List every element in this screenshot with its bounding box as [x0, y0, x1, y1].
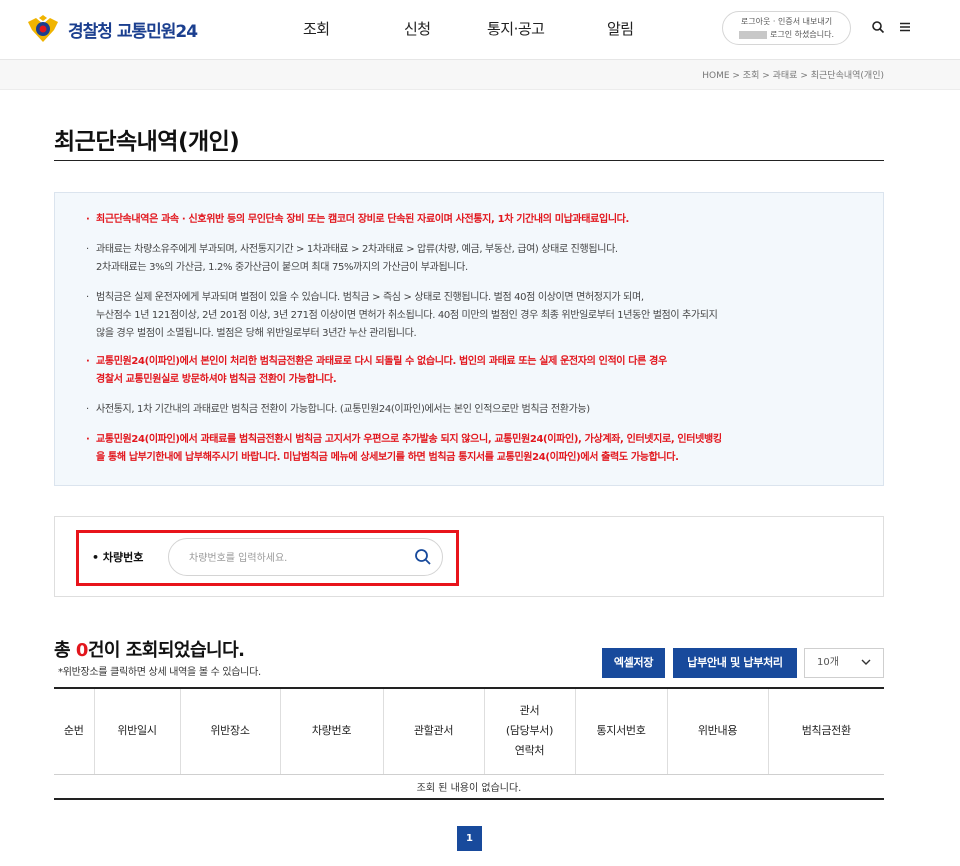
- page-size-select[interactable]: 10개: [804, 648, 884, 678]
- chevron-down-icon: [861, 659, 871, 665]
- vehicle-number-input[interactable]: [189, 550, 399, 566]
- notice-item: · 범칙금은 실제 운전자에게 부과되며 벌점이 있을 수 있습니다. 범칙금 >…: [86, 289, 718, 343]
- column-header: 위반일시: [93, 687, 180, 775]
- result-hint: *위반장소를 클릭하면 상세 내역을 볼 수 있습니다.: [58, 667, 261, 678]
- notice-item: · 교통민원24(이파인)에서 본인이 처리한 범칙금전환은 과태료로 다시 되돌…: [86, 353, 667, 389]
- vehicle-number-label: • 차량번호: [92, 551, 144, 564]
- masked-user-name: [739, 30, 768, 39]
- breadcrumb[interactable]: HOME > 조회 > 과태료 > 최근단속내역(개인): [702, 68, 884, 81]
- column-header: 범칙금전환: [767, 687, 884, 775]
- nav-item-apply[interactable]: 신청: [404, 18, 431, 39]
- column-header: 위반내용: [666, 687, 768, 775]
- notice-item: · 사전통지, 1차 기간내의 과태료만 범칙금 전환이 가능합니다. (교통민원…: [86, 404, 590, 415]
- notice-box: · 최근단속내역은 과속 · 신호위반 등의 무인단속 장비 또는 캠코더 장비로…: [54, 192, 884, 486]
- police-emblem-icon: [28, 15, 58, 42]
- column-header: 통지서번호: [574, 687, 667, 775]
- page-size-value: 10개: [817, 657, 839, 668]
- login-links[interactable]: 로그아웃 · 인증서 내보내기: [723, 15, 850, 28]
- column-header: 위반장소: [179, 687, 280, 775]
- column-header: 관서 (담당부서) 연락처: [483, 687, 575, 775]
- login-status: 로그인 하셨습니다.: [723, 28, 850, 41]
- notice-item: · 과태료는 차량소유주에게 부과되며, 사전통지기간 > 1차과태료 > 2차과…: [86, 241, 618, 277]
- notice-text: 범칙금은 실제 운전자에게 부과되며 벌점이 있을 수 있습니다. 범칙금 > …: [96, 292, 644, 303]
- result-count-prefix: 총: [54, 640, 76, 661]
- notice-text: 않을 경우 벌점이 소멸됩니다. 벌점은 당해 위반일로부터 3년간 누산 관리…: [96, 328, 417, 339]
- notice-text: 경찰서 교통민원실로 방문하셔야 범칙금 전환이 가능합니다.: [96, 374, 337, 385]
- column-header: 관할관서: [382, 687, 484, 775]
- notice-item: · 최근단속내역은 과속 · 신호위반 등의 무인단속 장비 또는 캠코더 장비로…: [86, 214, 629, 225]
- table-header-row: 순번 위반일시 위반장소 차량번호 관할관서 관서 (담당부서) 연락처 통지서…: [54, 687, 884, 775]
- menu-icon[interactable]: [898, 20, 912, 34]
- result-count-suffix: 건이 조회되었습니다.: [87, 640, 245, 661]
- violations-table: 순번 위반일시 위반장소 차량번호 관할관서 관서 (담당부서) 연락처 통지서…: [54, 687, 884, 800]
- result-count-number: 0: [75, 640, 89, 661]
- notice-text: 누산점수 1년 121점이상, 2년 201점 이상, 3년 271점 이상이면…: [96, 310, 718, 321]
- result-count: 총 0건이 조회되었습니다.: [54, 636, 245, 662]
- nav-item-lookup[interactable]: 조회: [303, 18, 330, 39]
- notice-text: 사전통지, 1차 기간내의 과태료만 범칙금 전환이 가능합니다. (교통민원2…: [96, 404, 590, 415]
- nav-item-alerts[interactable]: 알림: [607, 18, 634, 39]
- notice-text: 교통민원24(이파인)에서 과태료를 범칙금전환시 범칙금 고지서가 우편으로 …: [96, 434, 722, 445]
- empty-message: 조회 된 내용이 없습니다.: [54, 774, 884, 800]
- search-field[interactable]: [168, 538, 443, 576]
- column-header: 차량번호: [279, 687, 383, 775]
- notice-text: 과태료는 차량소유주에게 부과되며, 사전통지기간 > 1차과태료 > 2차과태…: [96, 244, 618, 255]
- notice-item: · 교통민원24(이파인)에서 과태료를 범칙금전환시 범칙금 고지서가 우편으로…: [86, 431, 722, 467]
- login-status-box[interactable]: 로그아웃 · 인증서 내보내기 로그인 하셨습니다.: [722, 11, 851, 45]
- search-icon[interactable]: [871, 20, 885, 34]
- table-row: 조회 된 내용이 없습니다.: [54, 774, 884, 800]
- search-icon[interactable]: [414, 548, 432, 566]
- notice-text: 을 통해 납부기한내에 납부해주시기 바랍니다. 미납범칙금 메뉴에 상세보기를…: [96, 452, 679, 463]
- title-divider: [54, 160, 884, 161]
- site-header: 경찰청 교통민원24 조회 신청 통지·공고 알림 로그아웃 · 인증서 내보내…: [0, 0, 960, 60]
- logo-text: 경찰청 교통민원24: [68, 21, 198, 42]
- notice-text: 최근단속내역은 과속 · 신호위반 등의 무인단속 장비 또는 캠코더 장비로 …: [96, 214, 629, 225]
- column-header: 순번: [54, 687, 94, 775]
- site-logo[interactable]: 경찰청 교통민원24: [26, 12, 198, 46]
- payment-button[interactable]: 납부안내 및 납부처리: [673, 648, 797, 678]
- login-status-text: 로그인 하셨습니다.: [770, 30, 834, 39]
- notice-text: 교통민원24(이파인)에서 본인이 처리한 범칙금전환은 과태료로 다시 되돌릴…: [96, 356, 667, 367]
- nav-item-notice[interactable]: 통지·공고: [487, 18, 545, 39]
- page-title: 최근단속내역(개인): [54, 129, 240, 155]
- notice-text: 2차과태료는 3%의 가산금, 1.2% 중가산금이 붙으며 최대 75%까지의…: [96, 262, 468, 273]
- breadcrumb-bar: HOME > 조회 > 과태료 > 최근단속내역(개인): [0, 60, 960, 90]
- page-number-button[interactable]: 1: [457, 826, 482, 851]
- excel-save-button[interactable]: 엑셀저장: [602, 648, 665, 678]
